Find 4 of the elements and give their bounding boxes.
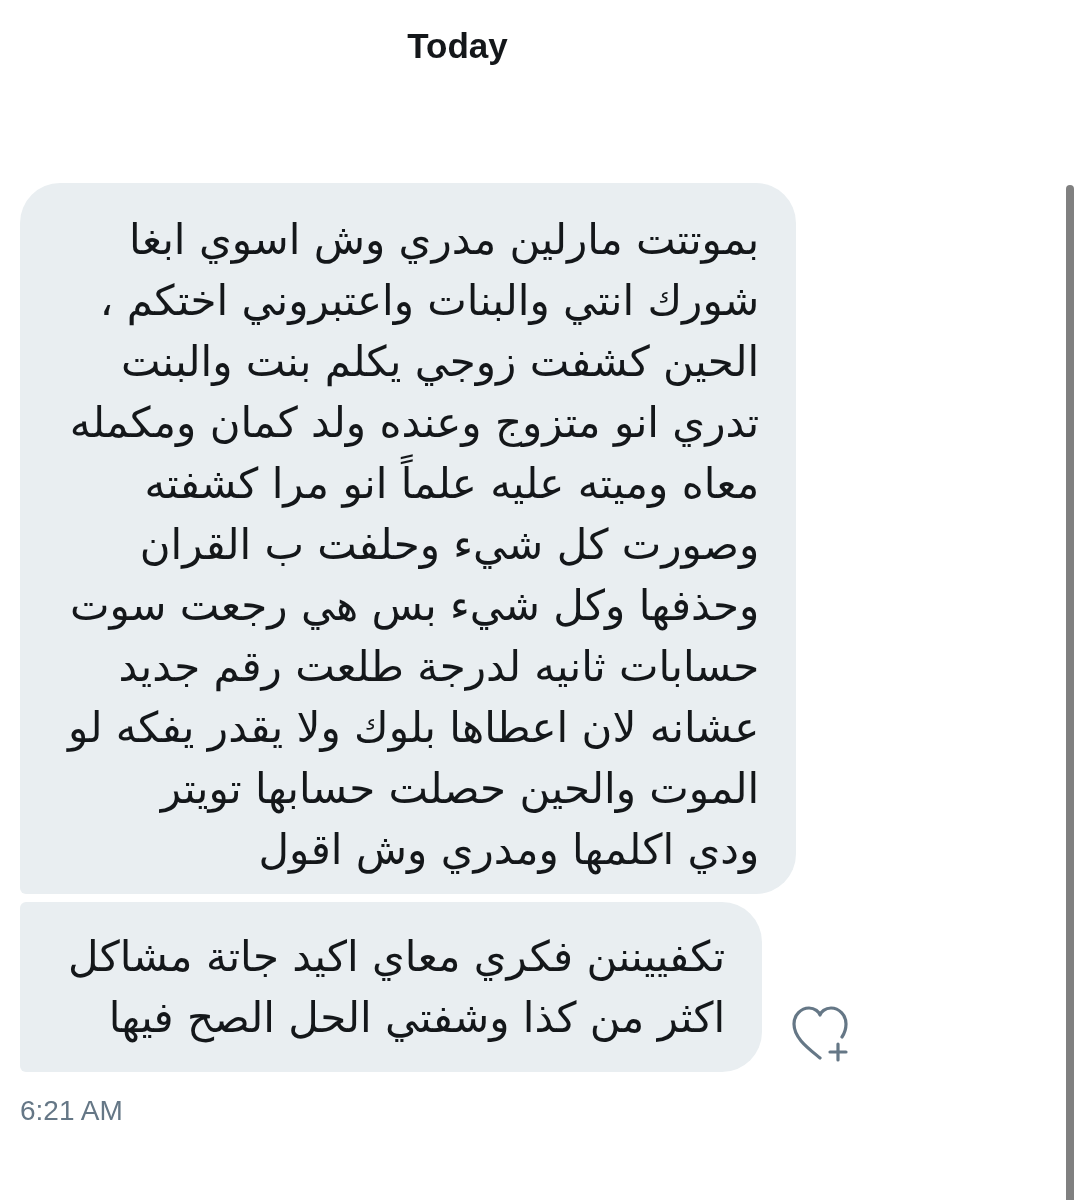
message-timestamp: 6:21 AM	[20, 1094, 123, 1128]
message-bubble: تكفييننن فكري معاي اكيد جاتة مشاكل اكثر من كذا وشفتي الحل الصح فيها	[20, 902, 763, 1072]
date-header: Today	[407, 26, 508, 66]
message-bubble: بموتتت مارلين مدري وش اسوي ابغا شورك انتي والبنات واعتبروني اختكم ، الحين كشفت زوجي يكلم بنت والبنت تدري انو متزوج وعنده ولد كمان ومكمله معاه وميته عليه علماً انو مرا كشفته وصورت كل شيء وحلفت ب القران وحذفها وكل شيء بس هي رجعت سوت حسابات ثانيه لدرجة طلعت رقم جديد عشانه لان اعطاها بلوك ولا يقدر يفكه لو الموت والحين حصلت حسابها تويتر ودي اكلمها ومدري وش اقول	[20, 183, 797, 894]
